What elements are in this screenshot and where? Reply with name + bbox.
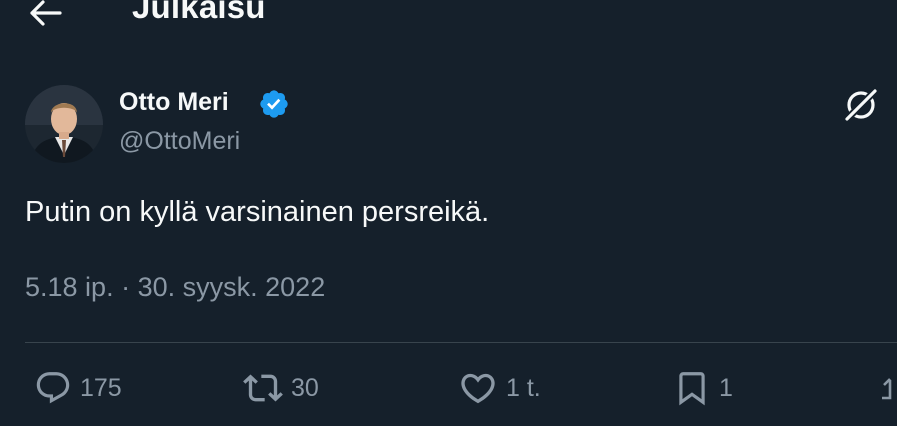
divider xyxy=(25,342,897,343)
post-date[interactable]: 30. syysk. 2022 xyxy=(138,272,326,302)
bookmark-button[interactable]: 1 xyxy=(673,366,733,410)
reply-count: 175 xyxy=(80,373,122,402)
share-button[interactable] xyxy=(882,366,897,410)
back-button[interactable] xyxy=(26,0,66,30)
like-button[interactable]: 1 t. xyxy=(458,366,541,410)
bookmark-icon xyxy=(679,372,705,406)
avatar[interactable] xyxy=(25,85,103,163)
repost-count: 30 xyxy=(291,373,319,402)
post-meta: 5.18 ip. · 30. syysk. 2022 xyxy=(25,272,325,303)
grok-icon xyxy=(843,87,879,123)
repost-button[interactable]: 30 xyxy=(243,366,319,410)
bookmark-count: 1 xyxy=(719,373,733,402)
comment-icon xyxy=(36,372,70,404)
post-page: Julkaisu Otto Meri @OttoMeri Putin on ky… xyxy=(0,0,897,426)
page-title: Julkaisu xyxy=(132,0,266,25)
author-name[interactable]: Otto Meri xyxy=(119,88,229,117)
grok-button[interactable] xyxy=(840,84,882,126)
profile-photo xyxy=(25,85,103,163)
meta-separator: · xyxy=(121,272,131,302)
post-time[interactable]: 5.18 ip. xyxy=(25,272,114,302)
share-icon xyxy=(882,378,892,400)
like-count: 1 t. xyxy=(506,373,541,402)
post-text: Putin on kyllä varsinainen persreikä. xyxy=(25,196,490,228)
author-handle[interactable]: @OttoMeri xyxy=(119,127,240,156)
retweet-icon xyxy=(243,374,283,402)
arrow-left-icon xyxy=(30,0,62,26)
verified-badge-icon xyxy=(260,90,288,118)
heart-icon xyxy=(461,373,495,404)
reply-button[interactable]: 175 xyxy=(34,366,122,410)
page-header: Julkaisu xyxy=(0,0,897,40)
